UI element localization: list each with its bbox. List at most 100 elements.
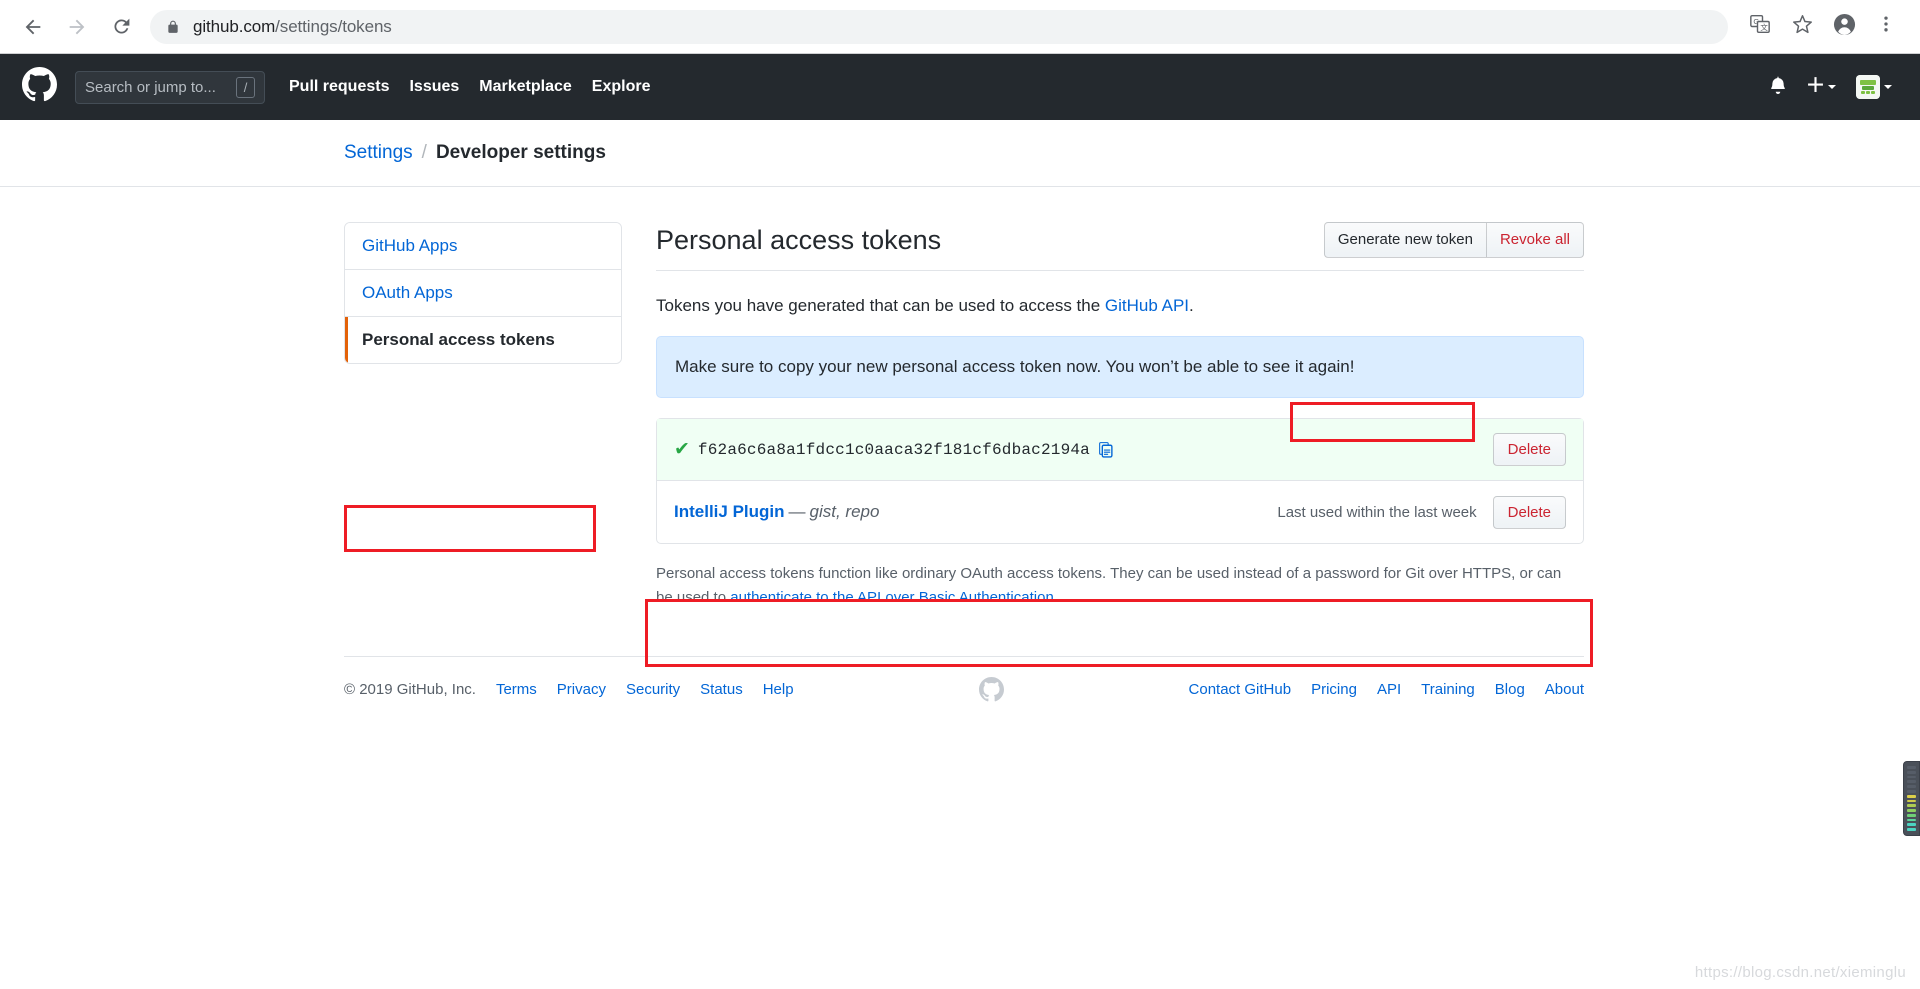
svg-text:文: 文 [1760, 22, 1768, 32]
flash-message-text: Make sure to copy your new personal acce… [675, 357, 1355, 376]
copyright-text: © 2019 GitHub, Inc. [344, 681, 476, 699]
nav-item-explore[interactable]: Explore [592, 78, 651, 96]
back-button[interactable] [14, 8, 52, 46]
footer-link-security[interactable]: Security [626, 681, 680, 698]
search-input[interactable]: Search or jump to... / [75, 70, 265, 104]
sidebar-item-oauth-apps[interactable]: OAuth Apps [345, 270, 621, 318]
nav-item-pull-requests[interactable]: Pull requests [289, 78, 389, 96]
footnote-part2: . [1053, 589, 1058, 607]
reload-icon [111, 16, 132, 37]
github-home-link[interactable] [22, 67, 57, 107]
profile-avatar-icon [1833, 13, 1856, 41]
intro-suffix: . [1189, 295, 1194, 315]
bell-icon [1769, 76, 1787, 99]
sidebar-item-label: Personal access tokens [362, 330, 555, 350]
user-menu-button[interactable] [1856, 75, 1892, 99]
footer-link-blog[interactable]: Blog [1495, 681, 1525, 698]
footer-link-about[interactable]: About [1545, 681, 1584, 698]
search-placeholder: Search or jump to... [85, 78, 216, 96]
table-row: ✔ f62a6c6a8a1fdcc1c0aaca32f181cf6dbac219… [657, 418, 1583, 482]
bookmark-button[interactable] [1782, 7, 1822, 47]
token-last-used: Last used within the last week [1277, 503, 1477, 521]
forward-button[interactable] [58, 8, 96, 46]
page-title: Personal access tokens [656, 224, 942, 255]
footer-link-pricing[interactable]: Pricing [1311, 681, 1357, 698]
delete-new-token-button[interactable]: Delete [1492, 432, 1566, 467]
token-name-link[interactable]: IntelliJ Plugin [674, 502, 785, 522]
github-mark-icon [22, 67, 57, 107]
new-token-value: f62a6c6a8a1fdcc1c0aaca32f181cf6dbac2194a [697, 440, 1090, 459]
forward-arrow-icon [66, 16, 88, 38]
footer-link-status[interactable]: Status [700, 681, 743, 698]
page-body: GitHub Apps OAuth Apps Personal access t… [0, 187, 1920, 667]
revoke-all-button[interactable]: Revoke all [1486, 222, 1584, 258]
url-path: /settings/tokens [275, 16, 392, 36]
browser-action-icons: G 文 [1740, 7, 1906, 47]
breadcrumb-separator: / [421, 142, 427, 163]
audio-level-meter-icon[interactable] [1903, 761, 1920, 836]
sidebar-item-personal-access-tokens[interactable]: Personal access tokens [345, 317, 621, 364]
row-actions: Delete [1492, 432, 1566, 467]
header-nav: Pull requests Issues Marketplace Explore [289, 78, 650, 96]
url-domain: github.com [193, 16, 276, 36]
developer-settings-menu: GitHub Apps OAuth Apps Personal access t… [344, 222, 622, 365]
delete-token-button[interactable]: Delete [1492, 495, 1566, 530]
token-scopes: gist, repo [809, 502, 880, 522]
back-arrow-icon [22, 16, 44, 38]
footer-right-links: Contact GitHub Pricing API Training Blog… [1189, 681, 1584, 698]
intro-prefix: Tokens you have generated that can be us… [656, 295, 1105, 315]
footer-link-api[interactable]: API [1377, 681, 1401, 698]
translate-button[interactable]: G 文 [1740, 7, 1780, 47]
lock-icon [166, 20, 180, 34]
url-text: github.com/settings/tokens [193, 17, 392, 37]
star-icon [1792, 14, 1813, 40]
chevron-down-icon [1828, 85, 1836, 89]
chevron-down-icon [1884, 85, 1892, 89]
flash-message-banner: Make sure to copy your new personal acce… [656, 336, 1584, 398]
browser-toolbar: github.com/settings/tokens G 文 [0, 0, 1920, 54]
nav-item-marketplace[interactable]: Marketplace [479, 78, 572, 96]
notifications-button[interactable] [1769, 76, 1787, 99]
footer-link-privacy[interactable]: Privacy [557, 681, 606, 698]
browser-nav-buttons [14, 8, 140, 46]
row-actions: Last used within the last week Delete [1277, 495, 1566, 530]
sidebar-item-github-apps[interactable]: GitHub Apps [345, 223, 621, 271]
profile-button[interactable] [1824, 7, 1864, 47]
sidebar-item-label: GitHub Apps [362, 236, 458, 255]
token-dash: — [788, 502, 806, 522]
basic-auth-link[interactable]: authenticate to the API over Basic Authe… [730, 589, 1054, 606]
breadcrumb: Settings / Developer settings [344, 142, 1920, 164]
github-header: Search or jump to... / Pull requests Iss… [0, 54, 1920, 120]
nav-item-issues[interactable]: Issues [409, 78, 459, 96]
breadcrumb-current: Developer settings [435, 142, 606, 163]
generate-new-token-button[interactable]: Generate new token [1323, 222, 1487, 258]
footnote-text: Personal access tokens function like ord… [656, 544, 1571, 610]
check-icon: ✔ [674, 439, 690, 461]
clipboard-copy-icon[interactable] [1097, 441, 1114, 458]
github-api-link[interactable]: GitHub API [1105, 296, 1189, 315]
three-dot-menu-icon [1876, 14, 1896, 39]
user-avatar-icon [1856, 75, 1880, 99]
table-row: IntelliJ Plugin — gist, repo Last used w… [657, 481, 1583, 543]
breadcrumb-settings-link[interactable]: Settings [344, 142, 413, 164]
reload-button[interactable] [102, 8, 140, 46]
footer-link-training[interactable]: Training [1421, 681, 1475, 698]
header-action-buttons: Generate new token Revoke all [1323, 222, 1584, 258]
settings-sidebar: GitHub Apps OAuth Apps Personal access t… [344, 220, 622, 610]
page-footer: © 2019 GitHub, Inc. Terms Privacy Securi… [344, 656, 1584, 702]
page-header: Personal access tokens Generate new toke… [656, 222, 1584, 271]
footer-link-contact-github[interactable]: Contact GitHub [1189, 681, 1292, 698]
sidebar-item-label: OAuth Apps [362, 283, 453, 303]
plus-icon [1807, 76, 1824, 98]
address-bar[interactable]: github.com/settings/tokens [150, 9, 1728, 44]
footer-link-help[interactable]: Help [763, 681, 794, 698]
footer-link-terms[interactable]: Terms [496, 681, 537, 698]
browser-menu-button[interactable] [1866, 7, 1906, 47]
translate-icon: G 文 [1750, 14, 1770, 39]
footer-left-links: © 2019 GitHub, Inc. Terms Privacy Securi… [344, 681, 794, 698]
github-mark-footer-icon [978, 677, 1004, 702]
header-right-actions [1769, 75, 1898, 99]
token-list: ✔ f62a6c6a8a1fdcc1c0aaca32f181cf6dbac219… [656, 417, 1584, 545]
create-new-button[interactable] [1807, 76, 1836, 98]
breadcrumb-bar: Settings / Developer settings [0, 120, 1920, 187]
